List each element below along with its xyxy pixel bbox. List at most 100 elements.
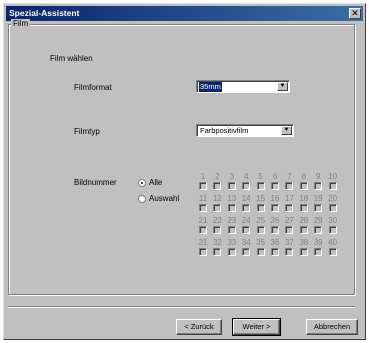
frame-number-label: 26 (270, 216, 280, 225)
frame-checkbox[interactable] (299, 226, 308, 234)
frame-number-label: 19 (313, 194, 323, 203)
frame-cell: 26 (268, 216, 282, 234)
frame-checkbox[interactable] (242, 226, 251, 234)
frame-cell: 4 (239, 172, 253, 190)
frame-checkbox[interactable] (271, 182, 279, 190)
frame-checkbox[interactable] (256, 248, 265, 256)
frame-cell: 34 (239, 238, 253, 256)
frame-cell: 27 (282, 216, 296, 234)
frame-cell: 36 (268, 238, 282, 256)
frame-checkbox[interactable] (199, 226, 207, 234)
frame-number-label: 3 (229, 172, 235, 181)
frame-cell: 19 (311, 194, 325, 212)
frame-checkbox[interactable] (285, 226, 294, 234)
frame-cell: 29 (311, 216, 325, 234)
frame-checkbox[interactable] (213, 204, 222, 212)
frame-number-label: 1 (200, 172, 206, 181)
radio-auswahl-label: Auswahl (149, 194, 180, 203)
frame-checkbox[interactable] (213, 248, 222, 256)
frame-cell: 25 (254, 216, 268, 234)
frame-checkbox[interactable] (256, 182, 265, 190)
frame-checkbox[interactable] (213, 182, 222, 190)
frame-cell: 2 (210, 172, 224, 190)
frame-checkbox[interactable] (242, 182, 251, 190)
frame-checkbox[interactable] (299, 182, 308, 190)
chevron-down-icon[interactable]: ▼ (277, 82, 288, 91)
frame-cell: 17 (282, 194, 296, 212)
frame-checkbox[interactable] (328, 182, 337, 190)
cancel-button[interactable]: Abbrechen (306, 319, 358, 335)
frame-number-label: 34 (241, 238, 251, 247)
title-bar[interactable]: Spezial-Assistent ✕ (6, 6, 363, 21)
filmformat-value: 35mm (199, 82, 222, 92)
frame-cell: 40 (326, 238, 340, 256)
frame-cell: 13 (225, 194, 239, 212)
frame-checkbox[interactable] (199, 248, 207, 256)
frame-number-label: 11 (198, 194, 208, 203)
frame-cell: 30 (326, 216, 340, 234)
frame-checkbox[interactable] (242, 204, 251, 212)
frame-cell: 22 (210, 216, 224, 234)
frame-cell: 8 (297, 172, 311, 190)
frame-checkbox[interactable] (314, 226, 323, 234)
frame-checkbox[interactable] (285, 182, 294, 190)
frame-number-label: 2 (215, 172, 220, 181)
frame-checkbox[interactable] (285, 204, 294, 212)
next-button[interactable]: Weiter > (232, 318, 281, 336)
frame-checkbox[interactable] (299, 204, 308, 212)
frame-checkbox[interactable] (227, 204, 236, 212)
radio-alle[interactable]: Alle (138, 178, 162, 188)
frame-checkbox[interactable] (314, 248, 323, 256)
frame-number-label: 18 (299, 194, 309, 203)
frame-checkbox[interactable] (213, 226, 222, 234)
filmtyp-label: Filmtyp (74, 127, 100, 136)
frame-cell: 16 (268, 194, 282, 212)
frame-checkbox[interactable] (227, 226, 236, 234)
frame-number-label: 10 (328, 172, 338, 181)
frame-checkbox[interactable] (299, 248, 308, 256)
filmtyp-value: Farbpositivfilm (200, 126, 249, 135)
filmtyp-select[interactable]: Farbpositivfilm ▼ (196, 124, 294, 137)
footer-divider (8, 306, 355, 308)
frame-checkbox[interactable] (199, 182, 207, 190)
frame-checkbox[interactable] (256, 226, 265, 234)
frame-checkbox[interactable] (227, 182, 236, 190)
frame-cell: 28 (297, 216, 311, 234)
frame-number-label: 14 (241, 194, 251, 203)
frame-checkbox[interactable] (328, 226, 337, 234)
frame-number-label: 35 (256, 238, 266, 247)
back-button[interactable]: < Zurück (176, 319, 222, 335)
frame-cell: 3 (225, 172, 239, 190)
frame-cell: 38 (297, 238, 311, 256)
frame-checkbox[interactable] (328, 248, 337, 256)
frame-cell: 31 (196, 238, 210, 256)
frame-number-label: 24 (241, 216, 251, 225)
frame-checkbox[interactable] (328, 204, 337, 212)
frame-cell: 7 (282, 172, 296, 190)
frame-checkbox[interactable] (271, 248, 279, 256)
frame-cell: 21 (196, 216, 210, 234)
frame-number-label: 15 (256, 194, 266, 203)
chevron-down-icon[interactable]: ▼ (281, 126, 292, 135)
frame-checkbox[interactable] (271, 226, 279, 234)
frame-cell: 5 (254, 172, 268, 190)
frame-cell: 14 (239, 194, 253, 212)
frame-checkbox[interactable] (199, 204, 207, 212)
radio-alle-button[interactable] (138, 179, 146, 187)
frame-checkbox[interactable] (271, 204, 279, 212)
frame-checkbox[interactable] (242, 248, 251, 256)
frame-checkbox[interactable] (256, 204, 265, 212)
frame-cell: 11 (196, 194, 210, 212)
frame-checkbox[interactable] (285, 248, 294, 256)
frame-number-label: 30 (328, 216, 338, 225)
frame-checkbox[interactable] (314, 182, 323, 190)
frame-checkbox[interactable] (314, 204, 323, 212)
frame-number-label: 27 (284, 216, 294, 225)
filmformat-select[interactable]: 35mm ▼ (196, 80, 290, 93)
radio-auswahl[interactable]: Auswahl (138, 194, 179, 204)
frame-checkbox[interactable] (227, 248, 236, 256)
frame-number-label: 36 (270, 238, 280, 247)
radio-auswahl-button[interactable] (138, 195, 146, 203)
close-button[interactable]: ✕ (349, 8, 361, 19)
group-legend: Film (11, 19, 31, 29)
